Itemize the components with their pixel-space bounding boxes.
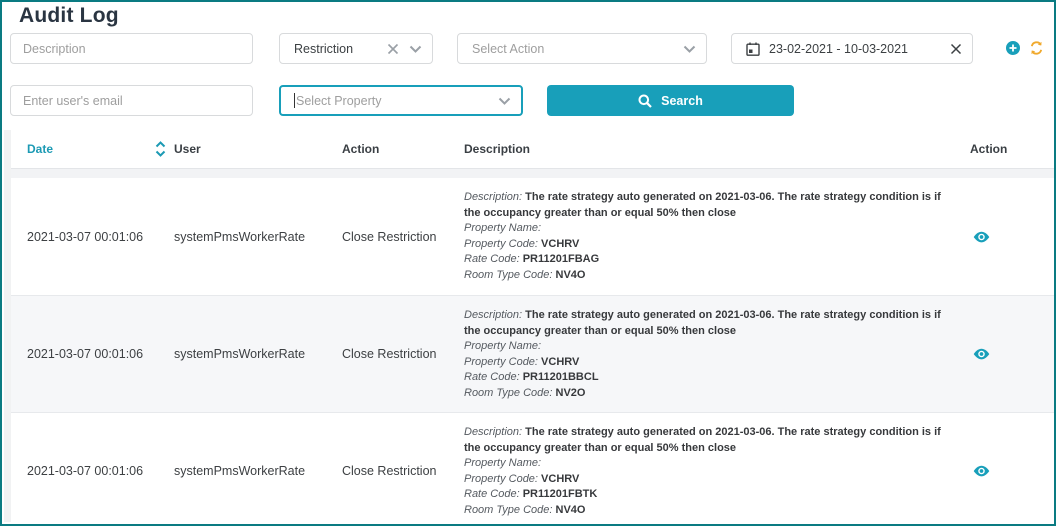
cell-user: systemPmsWorkerRate [174, 464, 342, 478]
column-header-row-action: Action [970, 142, 1054, 156]
page-title: Audit Log [19, 4, 119, 28]
chevron-down-icon [683, 45, 696, 53]
refresh-button[interactable] [1029, 41, 1044, 55]
text-cursor [294, 93, 295, 108]
category-select[interactable]: Restriction [279, 33, 433, 64]
view-details-eye-icon[interactable] [970, 465, 1054, 477]
cell-action: Close Restriction [342, 464, 464, 478]
chevron-down-icon [498, 97, 511, 105]
cell-user: systemPmsWorkerRate [174, 230, 342, 244]
search-button[interactable]: Search [547, 85, 794, 116]
cell-date: 2021-03-07 00:01:06 [27, 230, 174, 244]
cell-description: Description: The rate strategy auto gene… [464, 178, 970, 283]
view-details-eye-icon[interactable] [970, 231, 1054, 243]
category-select-value: Restriction [294, 42, 387, 56]
email-input[interactable] [10, 85, 253, 116]
header-divider [4, 168, 1054, 178]
cell-date: 2021-03-07 00:01:06 [27, 464, 174, 478]
table-row: 2021-03-07 00:01:06 systemPmsWorkerRate … [4, 178, 1054, 295]
action-select[interactable]: Select Action [457, 33, 707, 64]
table-header: Date User Action Description Action [4, 130, 1054, 168]
clear-date-icon[interactable] [950, 43, 962, 55]
search-icon [638, 94, 652, 108]
column-header-user: User [174, 142, 342, 156]
property-select-placeholder: Select Property [296, 94, 498, 108]
cell-action: Close Restriction [342, 347, 464, 361]
description-input[interactable] [10, 33, 253, 64]
cell-description: Description: The rate strategy auto gene… [464, 296, 970, 401]
audit-table: Date User Action Description Action 2021… [4, 130, 1054, 526]
cell-action: Close Restriction [342, 230, 464, 244]
audit-log-page: Audit Log Restriction Select Action 23-0… [0, 0, 1056, 526]
table-row: 2021-03-07 00:01:06 systemPmsWorkerRate … [4, 295, 1054, 412]
search-button-label: Search [661, 94, 703, 108]
column-header-action: Action [342, 142, 464, 156]
date-range-value: 23-02-2021 - 10-03-2021 [769, 42, 950, 56]
cell-date: 2021-03-07 00:01:06 [27, 347, 174, 361]
action-select-placeholder: Select Action [472, 42, 683, 56]
calendar-icon [746, 42, 760, 56]
sort-icon[interactable] [155, 141, 166, 157]
date-range-input[interactable]: 23-02-2021 - 10-03-2021 [731, 33, 973, 64]
add-button[interactable] [1006, 41, 1020, 55]
scrollbar-track [4, 130, 11, 522]
table-row: 2021-03-07 00:01:06 systemPmsWorkerRate … [4, 412, 1054, 526]
chevron-down-icon [409, 45, 422, 53]
cell-description: Description: The rate strategy auto gene… [464, 413, 970, 518]
column-header-description: Description [464, 142, 970, 156]
column-header-date[interactable]: Date [27, 141, 174, 157]
cell-user: systemPmsWorkerRate [174, 347, 342, 361]
property-select[interactable]: Select Property [279, 85, 523, 116]
clear-category-icon[interactable] [387, 43, 399, 55]
view-details-eye-icon[interactable] [970, 348, 1054, 360]
